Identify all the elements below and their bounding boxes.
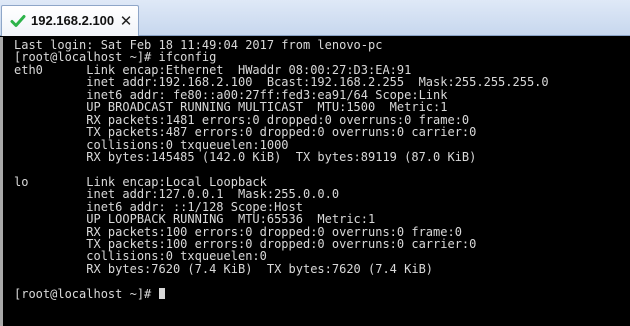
terminal-window: 192.168.2.100 ✕ Last login: Sat Feb 18 1… [0,0,630,326]
shell-prompt: [root@localhost ~]# [14,286,159,301]
terminal-line: RX bytes:145485 (142.0 KiB) TX bytes:891… [14,149,477,164]
session-tab[interactable]: 192.168.2.100 ✕ [1,5,139,36]
terminal-line: TX packets:487 errors:0 dropped:0 overru… [14,125,477,140]
terminal-line: inet addr:192.168.2.100 Bcast:192.168.2.… [14,75,549,90]
tab-title: 192.168.2.100 [31,13,115,28]
close-tab-button[interactable]: ✕ [117,12,135,30]
terminal-line: RX bytes:7620 (7.4 KiB) TX bytes:7620 (7… [14,261,434,276]
terminal-line: [root@localhost ~]# ifconfig [14,50,217,65]
prompt-line[interactable]: [root@localhost ~]# [14,288,630,300]
terminal-line: inet addr:127.0.0.1 Mask:255.0.0.0 [14,187,340,202]
tab-bar: 192.168.2.100 ✕ [0,0,630,36]
check-icon [10,15,26,27]
terminal-line: UP LOOPBACK RUNNING MTU:65536 Metric:1 [14,212,376,227]
terminal-output[interactable]: Last login: Sat Feb 18 11:49:04 2017 fro… [0,37,630,326]
text-cursor [158,287,165,299]
terminal-line: UP BROADCAST RUNNING MULTICAST MTU:1500 … [14,100,448,115]
terminal-line: collisions:0 txqueuelen:0 [14,249,267,264]
